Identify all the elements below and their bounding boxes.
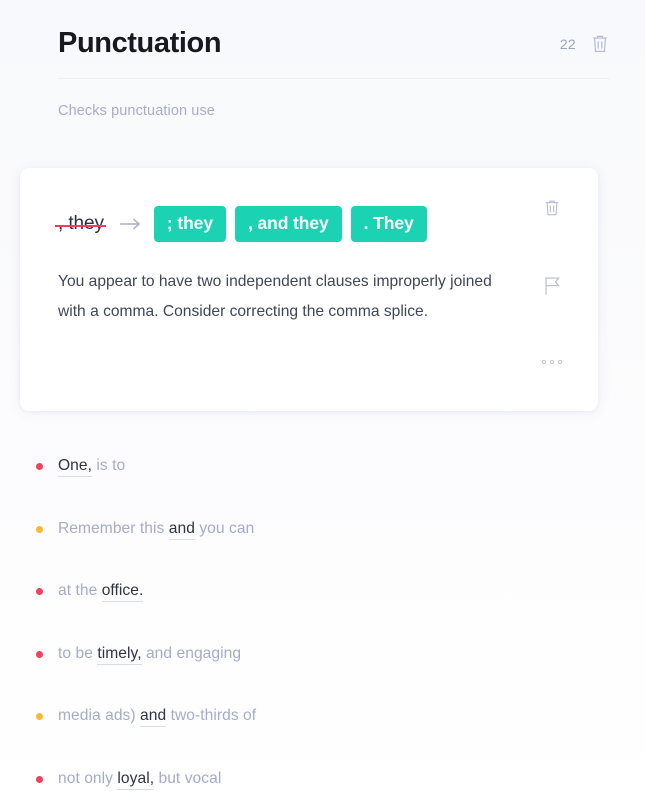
card-trash-icon[interactable] — [539, 198, 565, 218]
list-item[interactable]: media ads) and two-thirds of — [36, 705, 636, 768]
issue-highlight: office. — [101, 582, 144, 602]
severity-bullet — [36, 775, 43, 783]
issue-count: 22 — [559, 36, 576, 52]
issue-list: One, is to Remember this and you can at … — [36, 455, 636, 799]
issue-text: at the office. — [58, 580, 144, 602]
suggestion-card-body: , they ; they , and they . They You appe… — [55, 205, 528, 327]
list-item[interactable]: to be timely, and engaging — [36, 643, 636, 706]
suggestion-chip-3[interactable]: . They — [350, 206, 427, 242]
issue-highlight: and — [140, 707, 167, 727]
dots-glyph — [542, 360, 562, 364]
issue-text: media ads) and two-thirds of — [58, 705, 257, 727]
issue-pre: media ads) — [58, 707, 141, 724]
severity-bullet — [36, 713, 43, 720]
list-item[interactable]: Remember this and you can — [36, 518, 636, 581]
strikethrough-line — [55, 224, 106, 227]
list-item[interactable]: not only loyal, but vocal — [36, 768, 636, 799]
issue-pre: to be — [58, 644, 98, 662]
issue-post: you can — [194, 519, 255, 537]
page-title: Punctuation — [58, 27, 222, 60]
severity-bullet — [36, 463, 43, 470]
severity-bullet — [36, 525, 43, 533]
punctuation-panel: Punctuation 22 Checks punctuation use , … — [0, 0, 645, 799]
header-divider — [58, 78, 610, 79]
severity-bullet — [36, 650, 43, 658]
header-actions: 22 — [560, 33, 610, 55]
panel-header: Punctuation 22 — [58, 22, 610, 79]
original-text: , they — [55, 213, 106, 235]
suggestion-explanation: You appear to have two independent claus… — [58, 273, 492, 320]
issue-text: Remember this and you can — [58, 518, 255, 540]
issue-pre: not only — [58, 769, 118, 787]
replacement-row: , they ; they , and they . They — [55, 205, 528, 243]
card-more-options-icon[interactable] — [539, 360, 565, 364]
issue-text: One, is to — [58, 455, 126, 477]
trash-icon[interactable] — [590, 33, 610, 55]
card-action-rail — [539, 198, 579, 378]
issue-pre: Remember this — [58, 519, 169, 537]
issue-text: not only loyal, but vocal — [58, 768, 222, 790]
issue-highlight: and — [168, 519, 195, 540]
list-item[interactable]: One, is to — [36, 455, 636, 518]
issue-highlight: One, — [58, 457, 93, 477]
suggestion-chip-1[interactable]: ; they — [153, 206, 226, 242]
list-item[interactable]: at the office. — [36, 580, 636, 643]
suggestion-chip-2[interactable]: , and they — [234, 206, 342, 242]
suggestion-chips: ; they , and they . They — [153, 206, 427, 242]
issue-post: but vocal — [154, 769, 222, 787]
issue-highlight: timely, — [97, 644, 142, 665]
suggestion-card[interactable]: , they ; they , and they . They You appe… — [20, 168, 598, 411]
issue-pre: at the — [58, 582, 102, 599]
header-row: Punctuation 22 — [58, 22, 610, 66]
issue-text: to be timely, and engaging — [58, 643, 242, 665]
severity-bullet — [36, 588, 43, 595]
issue-post: and engaging — [141, 644, 242, 662]
original-text-value: , they — [58, 213, 104, 234]
panel-subtitle: Checks punctuation use — [58, 103, 215, 119]
card-flag-icon[interactable] — [539, 276, 565, 296]
issue-highlight: loyal, — [117, 769, 155, 790]
issue-post: two-thirds of — [166, 707, 257, 724]
arrow-right-icon — [119, 217, 141, 231]
issue-post: is to — [92, 457, 126, 474]
